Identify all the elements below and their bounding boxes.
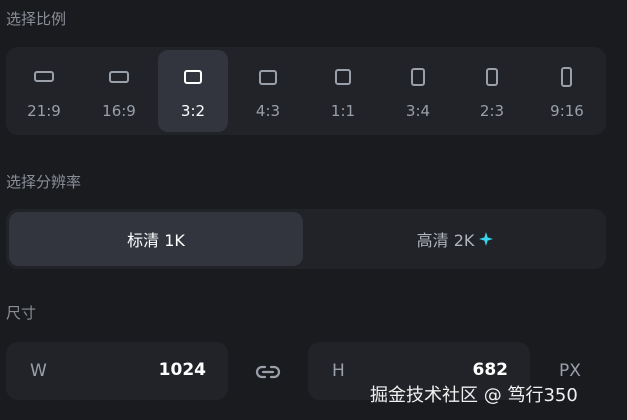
ratio-1-1-icon [335, 69, 351, 85]
ratio-option-21-9[interactable]: 21:9 [9, 50, 79, 132]
ratio-label: 4:3 [255, 102, 281, 120]
ratio-2-3-icon [486, 68, 498, 86]
ratio-label: 2:3 [479, 102, 505, 120]
ratio-label: 3:4 [405, 102, 431, 120]
height-value: 682 [472, 360, 509, 380]
ratio-option-1-1[interactable]: 1:1 [308, 50, 378, 132]
width-input[interactable]: W 1024 [6, 342, 228, 400]
width-value: 1024 [158, 360, 206, 380]
ratio-selector: 21:9 16:9 3:2 4:3 1:1 3:4 2:3 9:16 [6, 47, 606, 135]
ratio-section-title: 选择比例 [6, 10, 67, 28]
height-label: H [332, 361, 345, 381]
ratio-9-16-icon [561, 67, 572, 87]
unit-label: PX [559, 361, 581, 381]
ratio-label: 1:1 [330, 102, 356, 120]
ratio-label: 21:9 [27, 102, 61, 120]
resolution-option-1k[interactable]: 标清 1K [9, 212, 303, 266]
ratio-option-3-4[interactable]: 3:4 [383, 50, 453, 132]
sparkle-icon [479, 232, 494, 246]
ratio-4-3-icon [259, 70, 277, 85]
ratio-3-4-icon [411, 68, 425, 86]
resolution-section-title: 选择分辨率 [6, 173, 82, 191]
resolution-option-2k[interactable]: 高清 2K [307, 212, 603, 266]
ratio-label: 3:2 [180, 102, 206, 120]
ratio-3-2-icon [184, 70, 202, 84]
ratio-option-9-16[interactable]: 9:16 [532, 50, 602, 132]
ratio-21-9-icon [34, 71, 54, 82]
ratio-16-9-icon [109, 71, 129, 83]
ratio-option-3-2[interactable]: 3:2 [158, 50, 228, 132]
resolution-label: 高清 2K [416, 231, 475, 250]
resolution-selector: 标清 1K 高清 2K [6, 209, 606, 269]
ratio-option-4-3[interactable]: 4:3 [233, 50, 303, 132]
resolution-label: 标清 1K [127, 231, 185, 250]
width-label: W [30, 361, 47, 381]
ratio-option-16-9[interactable]: 16:9 [84, 50, 154, 132]
size-section-title: 尺寸 [6, 304, 37, 322]
ratio-label: 9:16 [550, 102, 584, 120]
watermark: 掘金技术社区 @ 笃行350 [370, 385, 578, 406]
link-icon[interactable] [254, 360, 282, 384]
ratio-label: 16:9 [102, 102, 136, 120]
ratio-option-2-3[interactable]: 2:3 [457, 50, 527, 132]
